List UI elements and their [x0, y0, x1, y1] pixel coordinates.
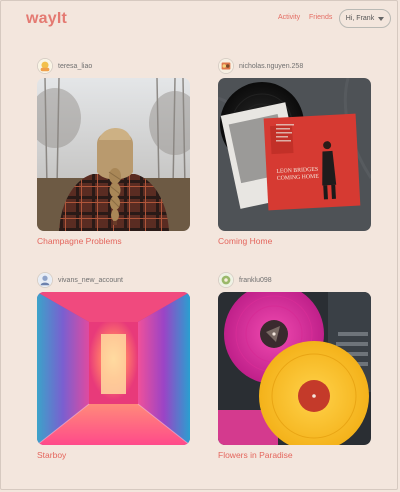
post-user[interactable]: franklu098	[218, 270, 372, 290]
avatar	[37, 272, 53, 288]
logo[interactable]: wayIt	[26, 10, 67, 28]
nav-activity-link[interactable]: Activity	[278, 14, 300, 21]
avatar	[218, 58, 234, 74]
avatar	[37, 58, 53, 74]
album-art[interactable]	[218, 292, 371, 445]
chevron-down-icon	[378, 16, 385, 21]
album-art[interactable]	[37, 292, 190, 445]
post-card[interactable]: vivans_new_account Starboy	[37, 270, 191, 460]
username: nicholas.nguyen.258	[239, 62, 304, 70]
nav-friends-link[interactable]: Friends	[309, 14, 332, 21]
post-user[interactable]: vivans_new_account	[37, 270, 191, 290]
username: franklu098	[239, 276, 272, 284]
song-title[interactable]: Flowers in Paradise	[218, 450, 293, 460]
album-art[interactable]: LEON BRIDGES COMING HOME	[218, 78, 371, 231]
user-menu-label: Hi, Frank	[345, 15, 375, 22]
username: teresa_liao	[58, 62, 93, 70]
post-user[interactable]: nicholas.nguyen.258	[218, 56, 372, 76]
song-title[interactable]: Starboy	[37, 450, 66, 460]
post-user[interactable]: teresa_liao	[37, 56, 191, 76]
post-card[interactable]: nicholas.nguyen.258 LEON BRIDGES COMING …	[218, 56, 372, 246]
username: vivans_new_account	[58, 276, 123, 284]
post-card[interactable]: franklu098 Flowers in Paradise	[218, 270, 372, 460]
top-bar: wayIt Activity Friends Hi, Frank	[0, 0, 400, 36]
post-card[interactable]: teresa_liao Champagne Problems	[37, 56, 191, 246]
song-title[interactable]: Champagne Problems	[37, 236, 122, 246]
avatar	[218, 272, 234, 288]
song-title[interactable]: Coming Home	[218, 236, 272, 246]
user-menu-button[interactable]: Hi, Frank	[339, 9, 391, 28]
album-art[interactable]	[37, 78, 190, 231]
